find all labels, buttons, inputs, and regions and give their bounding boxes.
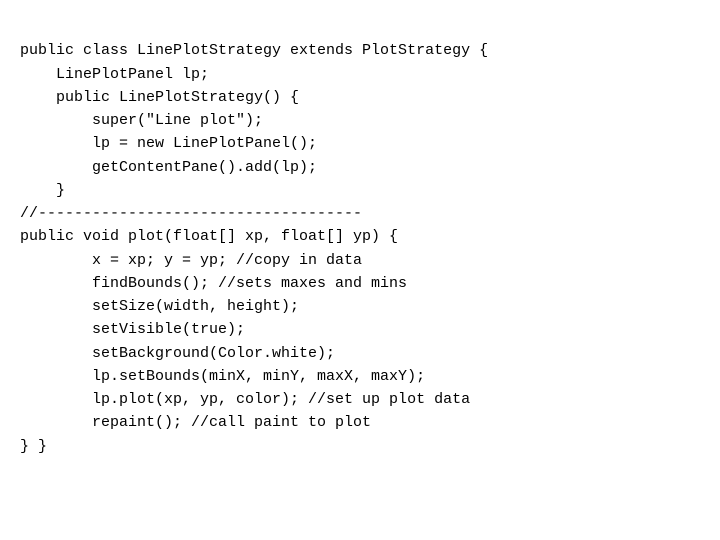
code-line: setVisible(true);	[20, 318, 700, 341]
code-line: public class LinePlotStrategy extends Pl…	[20, 39, 700, 62]
code-block: public class LinePlotStrategy extends Pl…	[20, 16, 700, 458]
code-line: findBounds(); //sets maxes and mins	[20, 272, 700, 295]
code-line: lp = new LinePlotPanel();	[20, 132, 700, 155]
code-line: setSize(width, height);	[20, 295, 700, 318]
code-line: lp.plot(xp, yp, color); //set up plot da…	[20, 388, 700, 411]
code-line: //------------------------------------	[20, 202, 700, 225]
code-line: repaint(); //call paint to plot	[20, 411, 700, 434]
code-line: public LinePlotStrategy() {	[20, 86, 700, 109]
code-line: }	[20, 179, 700, 202]
code-line: super("Line plot");	[20, 109, 700, 132]
code-line: LinePlotPanel lp;	[20, 63, 700, 86]
code-line: getContentPane().add(lp);	[20, 156, 700, 179]
code-line: } }	[20, 435, 700, 458]
code-line: setBackground(Color.white);	[20, 342, 700, 365]
code-line: x = xp; y = yp; //copy in data	[20, 249, 700, 272]
code-line: lp.setBounds(minX, minY, maxX, maxY);	[20, 365, 700, 388]
code-line: public void plot(float[] xp, float[] yp)…	[20, 225, 700, 248]
